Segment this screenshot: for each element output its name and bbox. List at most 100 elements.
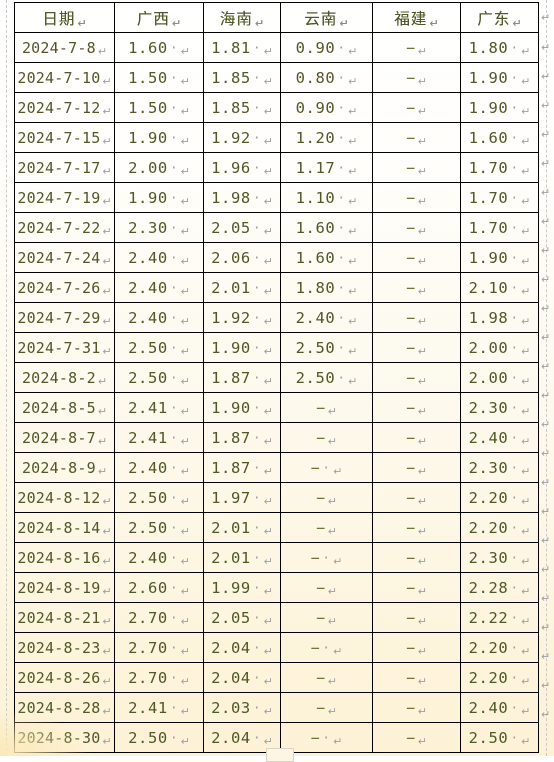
cell-yunnan[interactable]: − · ↵: [280, 632, 373, 663]
cell-date[interactable]: 2024-8-9 ↵: [14, 452, 115, 483]
cell-date[interactable]: 2024-7-26 ↵: [14, 272, 115, 303]
cell-yunnan[interactable]: 1.60 · ↵: [280, 212, 373, 243]
cell-fujian[interactable]: − ↵: [372, 602, 461, 633]
cell-fujian[interactable]: − ↵: [372, 422, 461, 453]
cell-fujian[interactable]: − ↵: [372, 512, 461, 543]
cell-guangxi[interactable]: 2.41 · ↵: [114, 692, 204, 723]
cell-date[interactable]: 2024-7-10 ↵: [14, 62, 115, 93]
table-row[interactable]: 2024-7-29 ↵ 2.40 · ↵ 1.92 · ↵ 2.40 · ↵ − ↵ 1.98 · ↵: [14, 302, 539, 333]
cell-yunnan[interactable]: 0.90 · ↵: [280, 32, 373, 63]
cell-guangdong[interactable]: 1.70 · ↵: [460, 152, 539, 183]
cell-yunnan[interactable]: − · ↵: [280, 452, 373, 483]
cell-guangxi[interactable]: 2.50 · ↵: [114, 512, 204, 543]
cell-guangdong[interactable]: 2.30 · ↵: [460, 542, 539, 573]
cell-date[interactable]: 2024-7-24 ↵: [14, 242, 115, 273]
cell-date[interactable]: 2024-8-12 ↵: [14, 482, 115, 513]
cell-hainan[interactable]: 2.01 · ↵: [203, 542, 281, 573]
cell-date[interactable]: 2024-7-8 ↵: [14, 32, 115, 63]
cell-guangdong[interactable]: 1.60 · ↵: [460, 122, 539, 153]
column-header-guangxi[interactable]: 广西 ↵: [114, 2, 204, 33]
cell-date[interactable]: 2024-8-5 ↵: [14, 392, 115, 423]
table-row[interactable]: 2024-8-21 ↵ 2.70 · ↵ 2.05 · ↵ − ↵ − ↵ 2.22 · ↵: [14, 602, 539, 633]
cell-fujian[interactable]: − ↵: [372, 722, 461, 753]
cell-guangxi[interactable]: 1.50 · ↵: [114, 62, 204, 93]
cell-guangdong[interactable]: 2.20 · ↵: [460, 662, 539, 693]
cell-guangxi[interactable]: 2.41 · ↵: [114, 422, 204, 453]
cell-guangxi[interactable]: 1.90 · ↵: [114, 182, 204, 213]
cell-guangdong[interactable]: 2.50 · ↵: [460, 722, 539, 753]
cell-yunnan[interactable]: 0.80 · ↵: [280, 62, 373, 93]
cell-guangdong[interactable]: 1.90 · ↵: [460, 92, 539, 123]
cell-date[interactable]: 2024-8-16 ↵: [14, 542, 115, 573]
cell-guangdong[interactable]: 2.20 · ↵: [460, 512, 539, 543]
cell-guangdong[interactable]: 1.90 · ↵: [460, 62, 539, 93]
cell-date[interactable]: 2024-8-2 ↵: [14, 362, 115, 393]
cell-hainan[interactable]: 1.90 · ↵: [203, 392, 281, 423]
cell-yunnan[interactable]: − ↵: [280, 392, 373, 423]
cell-fujian[interactable]: − ↵: [372, 632, 461, 663]
table-row[interactable]: 2024-8-23 ↵ 2.70 · ↵ 2.04 · ↵ − · ↵ − ↵ 2.20 · ↵: [14, 632, 539, 663]
cell-yunnan[interactable]: 1.10 · ↵: [280, 182, 373, 213]
table-row[interactable]: 2024-8-7 ↵ 2.41 · ↵ 1.87 · ↵ − ↵ − ↵ 2.40 · ↵: [14, 422, 539, 453]
column-header-yunnan[interactable]: 云南 ↵: [280, 2, 373, 33]
table-row[interactable]: 2024-8-2 ↵ 2.50 · ↵ 1.87 · ↵ 2.50 · ↵ − ↵ 2.00 · ↵: [14, 362, 539, 393]
cell-fujian[interactable]: − ↵: [372, 392, 461, 423]
cell-guangdong[interactable]: 1.70 · ↵: [460, 212, 539, 243]
cell-yunnan[interactable]: 2.50 · ↵: [280, 332, 373, 363]
cell-hainan[interactable]: 2.05 · ↵: [203, 212, 281, 243]
cell-date[interactable]: 2024-8-30 ↵: [14, 722, 115, 753]
cell-hainan[interactable]: 1.87 · ↵: [203, 452, 281, 483]
cell-yunnan[interactable]: − ↵: [280, 572, 373, 603]
cell-guangdong[interactable]: 2.28 · ↵: [460, 572, 539, 603]
price-table[interactable]: 日期 ↵ 广西 ↵ 海南 ↵ 云南 ↵ 福建 ↵ 广东 ↵ 2024-7-8 ↵ 1.60 · ↵ 1.81 · ↵…: [14, 2, 539, 753]
cell-date[interactable]: 2024-8-28 ↵: [14, 692, 115, 723]
cell-hainan[interactable]: 1.90 · ↵: [203, 332, 281, 363]
cell-hainan[interactable]: 1.87 · ↵: [203, 362, 281, 393]
cell-hainan[interactable]: 1.99 · ↵: [203, 572, 281, 603]
cell-hainan[interactable]: 2.01 · ↵: [203, 272, 281, 303]
cell-guangxi[interactable]: 2.40 · ↵: [114, 542, 204, 573]
cell-guangdong[interactable]: 2.20 · ↵: [460, 632, 539, 663]
table-row[interactable]: 2024-7-26 ↵ 2.40 · ↵ 2.01 · ↵ 1.80 · ↵ − ↵ 2.10 · ↵: [14, 272, 539, 303]
cell-fujian[interactable]: − ↵: [372, 452, 461, 483]
cell-guangxi[interactable]: 2.41 · ↵: [114, 392, 204, 423]
cell-date[interactable]: 2024-7-22 ↵: [14, 212, 115, 243]
cell-date[interactable]: 2024-7-15 ↵: [14, 122, 115, 153]
cell-yunnan[interactable]: 2.40 · ↵: [280, 302, 373, 333]
cell-guangxi[interactable]: 2.40 · ↵: [114, 452, 204, 483]
cell-date[interactable]: 2024-8-14 ↵: [14, 512, 115, 543]
cell-hainan[interactable]: 2.06 · ↵: [203, 242, 281, 273]
cell-guangxi[interactable]: 2.30 · ↵: [114, 212, 204, 243]
cell-guangdong[interactable]: 1.90 · ↵: [460, 242, 539, 273]
cell-guangxi[interactable]: 2.40 · ↵: [114, 242, 204, 273]
cell-date[interactable]: 2024-8-19 ↵: [14, 572, 115, 603]
cell-guangxi[interactable]: 2.50 · ↵: [114, 722, 204, 753]
cell-hainan[interactable]: 1.85 · ↵: [203, 62, 281, 93]
cell-guangxi[interactable]: 1.50 · ↵: [114, 92, 204, 123]
column-header-date[interactable]: 日期 ↵: [14, 2, 115, 33]
cell-hainan[interactable]: 1.97 · ↵: [203, 482, 281, 513]
cell-guangxi[interactable]: 2.70 · ↵: [114, 632, 204, 663]
table-row[interactable]: 2024-8-9 ↵ 2.40 · ↵ 1.87 · ↵ − · ↵ − ↵ 2.30 · ↵: [14, 452, 539, 483]
cell-fujian[interactable]: − ↵: [372, 482, 461, 513]
cell-yunnan[interactable]: − · ↵: [280, 722, 373, 753]
cell-yunnan[interactable]: − · ↵: [280, 542, 373, 573]
cell-hainan[interactable]: 1.87 · ↵: [203, 422, 281, 453]
cell-yunnan[interactable]: − ↵: [280, 662, 373, 693]
table-row[interactable]: 2024-7-17 ↵ 2.00 · ↵ 1.96 · ↵ 1.17 · ↵ − ↵ 1.70 · ↵: [14, 152, 539, 183]
cell-guangdong[interactable]: 2.00 · ↵: [460, 332, 539, 363]
cell-fujian[interactable]: − ↵: [372, 362, 461, 393]
cell-fujian[interactable]: − ↵: [372, 92, 461, 123]
cell-guangdong[interactable]: 1.70 · ↵: [460, 182, 539, 213]
cell-guangxi[interactable]: 2.50 · ↵: [114, 482, 204, 513]
cell-fujian[interactable]: − ↵: [372, 242, 461, 273]
cell-hainan[interactable]: 2.04 · ↵: [203, 632, 281, 663]
cell-fujian[interactable]: − ↵: [372, 152, 461, 183]
cell-fujian[interactable]: − ↵: [372, 272, 461, 303]
table-row[interactable]: 2024-8-26 ↵ 2.70 · ↵ 2.04 · ↵ − ↵ − ↵ 2.20 · ↵: [14, 662, 539, 693]
cell-date[interactable]: 2024-8-26 ↵: [14, 662, 115, 693]
table-row[interactable]: 2024-7-12 ↵ 1.50 · ↵ 1.85 · ↵ 0.90 · ↵ − ↵ 1.90 · ↵: [14, 92, 539, 123]
cell-guangdong[interactable]: 1.98 · ↵: [460, 302, 539, 333]
cell-guangxi[interactable]: 2.50 · ↵: [114, 332, 204, 363]
column-header-guangdong[interactable]: 广东 ↵: [460, 2, 539, 33]
